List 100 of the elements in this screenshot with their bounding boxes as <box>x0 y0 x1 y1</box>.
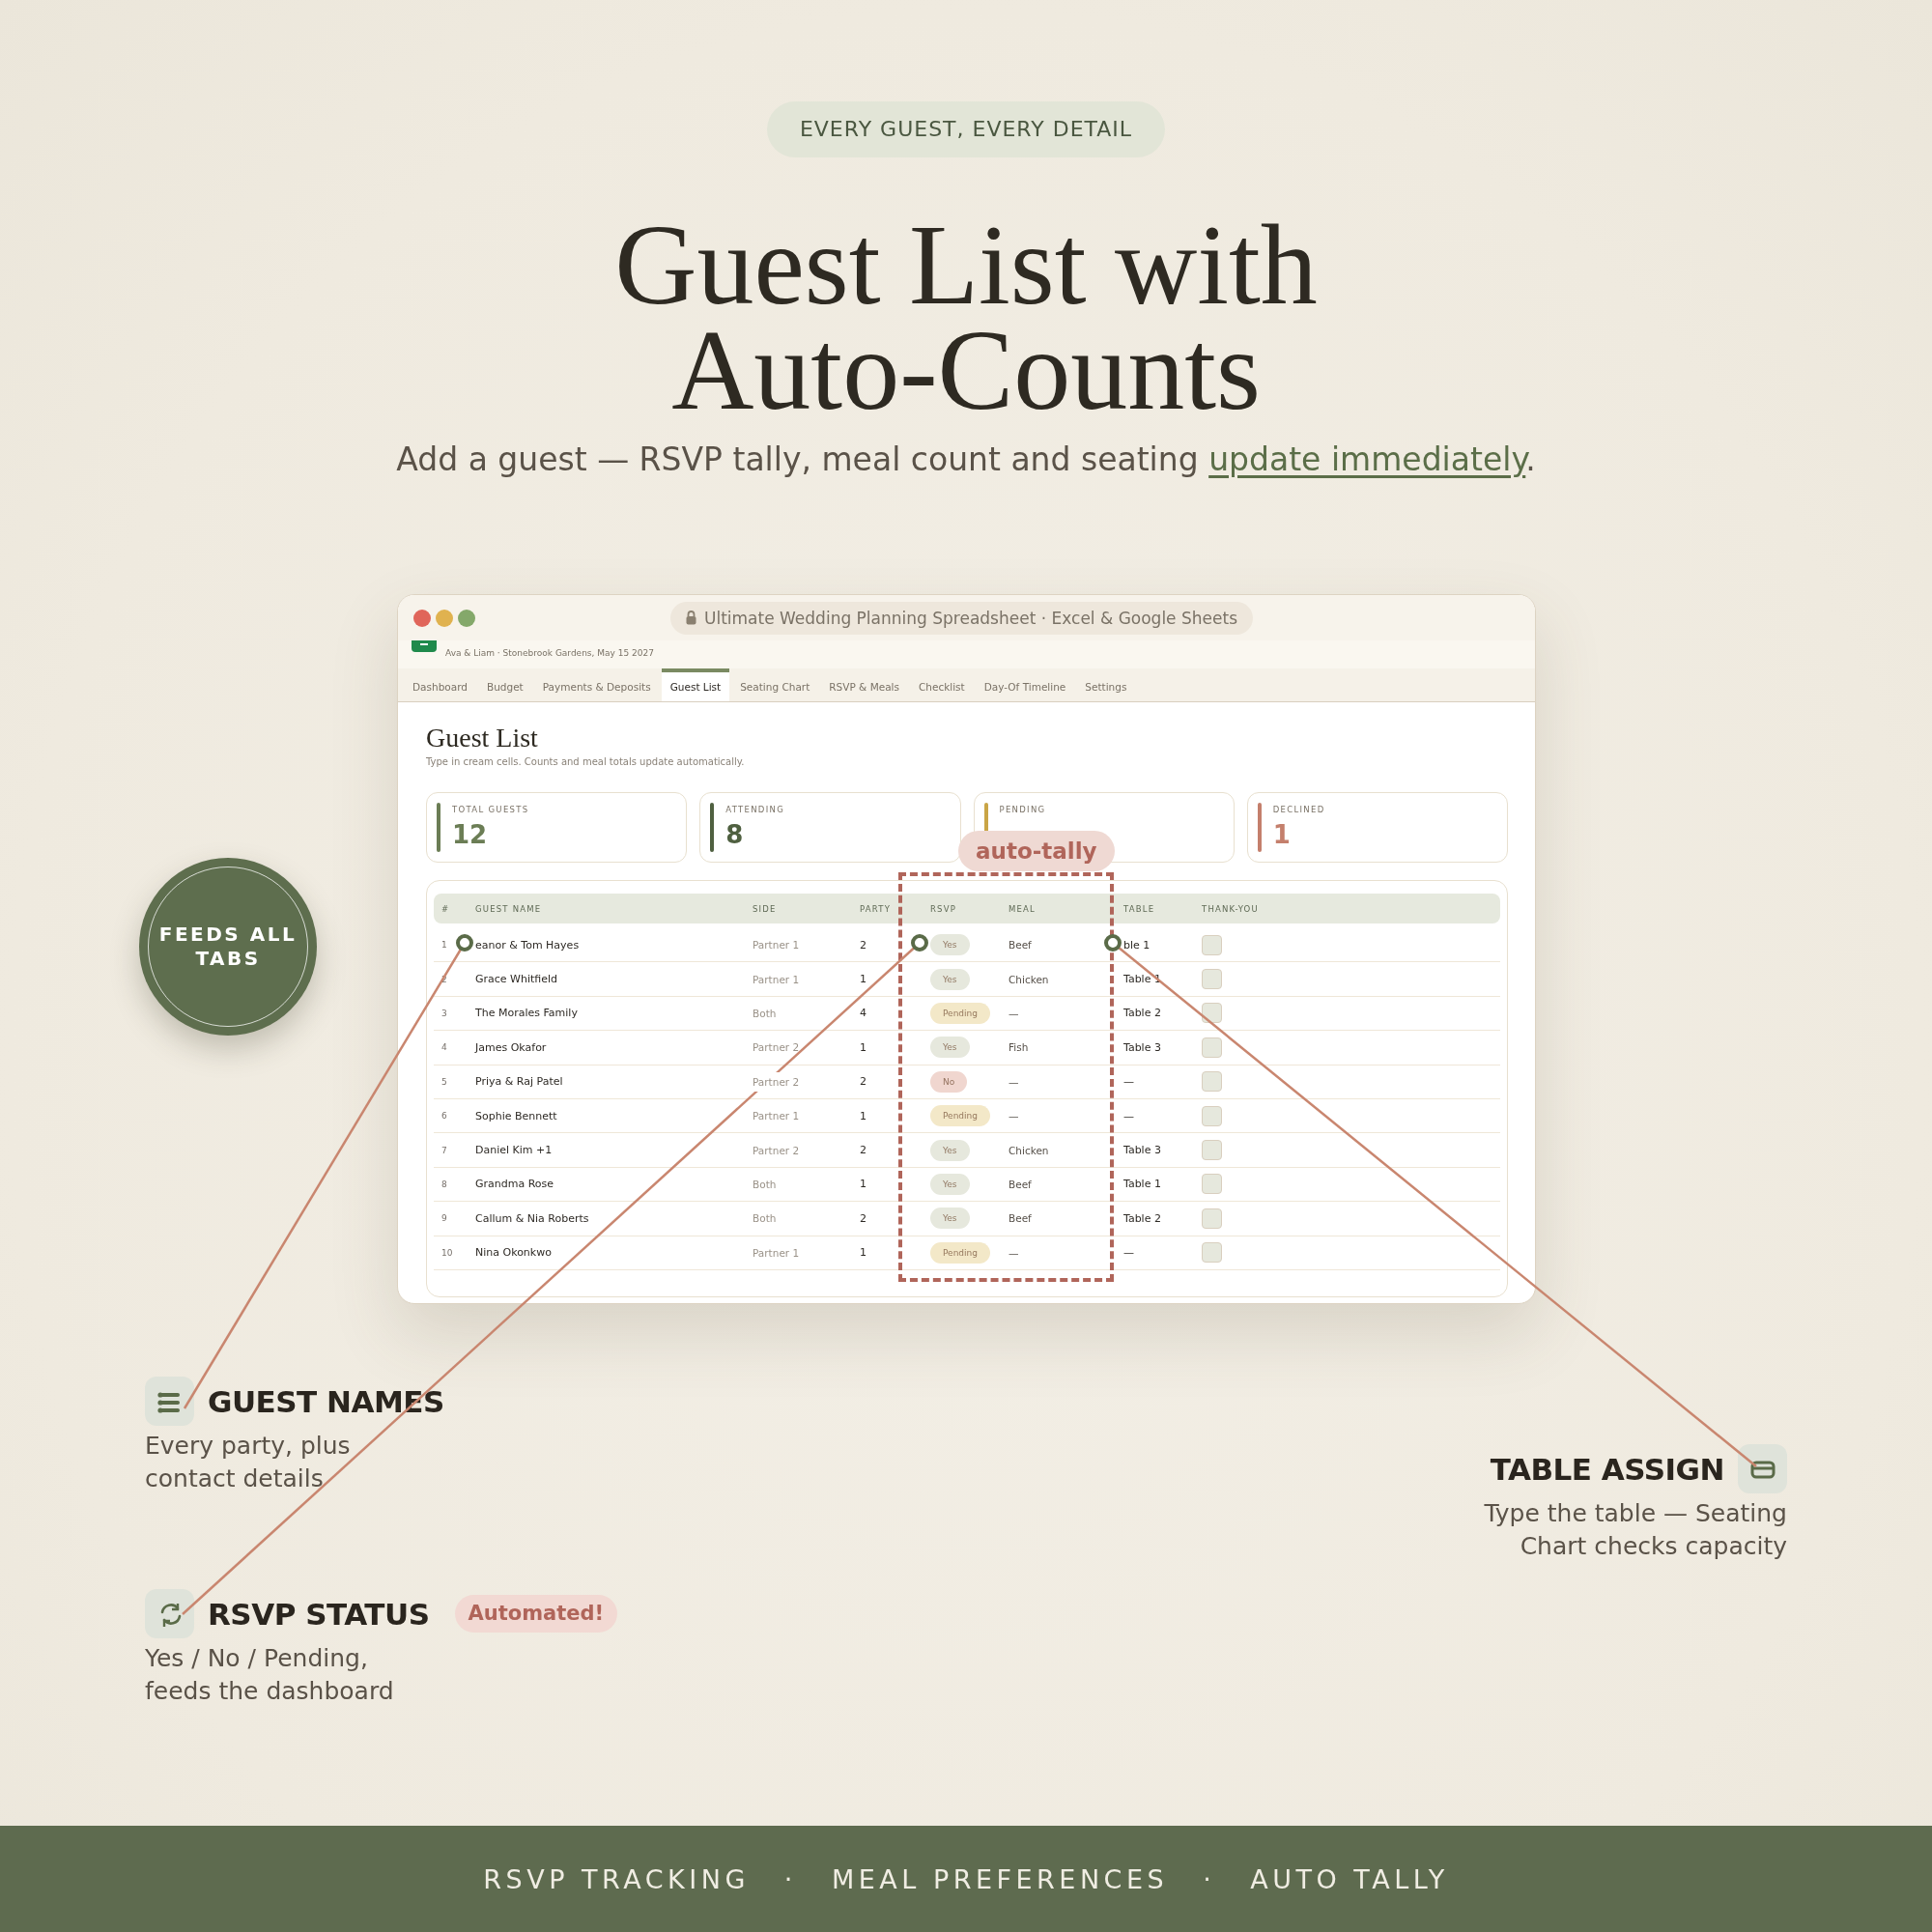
table-cell-text: Table 2 <box>1123 1007 1162 1020</box>
stat-label: TOTAL GUESTS <box>452 805 529 814</box>
sheet-title: Guest List <box>426 724 539 753</box>
table-cell-text: James Okafor <box>475 1040 548 1054</box>
table-cell-text: Chicken <box>1009 1144 1050 1156</box>
rsvp-tag: Yes <box>930 934 970 956</box>
table-cell-text: Table 1 <box>1123 1178 1162 1191</box>
sheet-tab[interactable]: Seating Chart <box>731 668 819 701</box>
callout-title: TABLE ASSIGN <box>1490 1451 1724 1487</box>
sheet-tab[interactable]: Settings <box>1076 668 1136 701</box>
checkbox[interactable] <box>1202 1174 1222 1195</box>
table-cell-text: Daniel Kim +1 <box>475 1144 554 1157</box>
table-cell-text: 1 <box>860 1040 867 1054</box>
table-cell-text: 1 <box>860 1178 867 1191</box>
link[interactable]: update immediately <box>1208 440 1526 478</box>
stat-label: DECLINED <box>1272 805 1325 814</box>
window-control[interactable] <box>436 609 453 627</box>
column-header: SIDE <box>753 903 778 914</box>
sheet-tab[interactable]: Payments & Deposits <box>533 668 660 701</box>
column-header: RSVP <box>930 903 958 914</box>
table-cell-text: Partner 1 <box>753 973 801 985</box>
rsvp-tag: No <box>930 1070 968 1093</box>
checkbox[interactable] <box>1202 1208 1222 1229</box>
table-cell-text: The Morales Family <box>475 1007 579 1020</box>
table-cell-text: Partner 2 <box>753 1041 801 1054</box>
lock-icon <box>686 611 696 625</box>
spreadsheet-icon <box>412 640 437 652</box>
table-cell-text: Fish <box>1009 1041 1030 1054</box>
callout-title: RSVP STATUS <box>208 1596 430 1632</box>
workbook-subtitle: Ava & Liam · Stonebrook Gardens, May 15 2027 <box>445 648 654 658</box>
footer-label: AUTO TALLY <box>1250 1863 1449 1894</box>
subtitle: Add a guest — RSVP tally, meal count and seating update immediately. <box>396 440 1536 479</box>
table-cell-text: Both <box>753 1178 778 1190</box>
table-cell-text: 2 <box>860 938 867 952</box>
table-cell-text: Beef <box>1009 1178 1033 1190</box>
table-cell-text: Partner 1 <box>753 1110 801 1122</box>
table-cell-text: — <box>1123 1109 1135 1122</box>
table-cell-text: Table 2 <box>1123 1211 1162 1225</box>
table-cell-text: Both <box>753 1212 778 1225</box>
checkbox[interactable] <box>1202 969 1222 990</box>
sheet-tab[interactable]: Dashboard <box>404 668 476 701</box>
row-number: 4 <box>440 1042 448 1053</box>
checkbox[interactable] <box>1202 1242 1222 1264</box>
separator-dot: · <box>1203 1863 1216 1894</box>
row-number: 10 <box>440 1247 454 1258</box>
headline: Auto-Counts <box>670 318 1262 423</box>
table-cell-text: 4 <box>860 1007 867 1020</box>
row-number: 7 <box>440 1145 448 1155</box>
row-number: 5 <box>440 1076 448 1087</box>
stat-label: PENDING <box>999 805 1046 814</box>
column-header: PARTY <box>860 903 893 914</box>
callout-text: Yes / No / Pending, feeds the dashboard <box>145 1643 395 1707</box>
separator-dot: · <box>783 1863 797 1894</box>
checkbox[interactable] <box>1202 1003 1222 1024</box>
table-cell-text: — <box>1009 1007 1020 1019</box>
table-cell-text: ble 1 <box>1123 938 1151 952</box>
callout-text: Every party, plus contact details <box>145 1431 352 1494</box>
rsvp-tag: Yes <box>930 968 970 990</box>
checkbox[interactable] <box>1202 934 1222 955</box>
sheet-tab[interactable]: Day-Of Timeline <box>975 668 1075 701</box>
sheet-tab[interactable]: RSVP & Meals <box>820 668 908 701</box>
table-cell-text: — <box>1009 1075 1020 1088</box>
table-cell-text: — <box>1123 1246 1135 1260</box>
table-cell-text: Priya & Raj Patel <box>475 1075 564 1089</box>
table-cell-text: Callum & Nia Roberts <box>475 1211 590 1225</box>
table-cell-text: Grace Whitfield <box>475 973 559 986</box>
stat-label: ATTENDING <box>725 805 785 814</box>
window-control[interactable] <box>458 609 475 627</box>
checkbox[interactable] <box>1202 1071 1222 1093</box>
table-cell-text: — <box>1009 1246 1020 1259</box>
table-cell-text: Chicken <box>1009 973 1050 985</box>
table-cell-text: Both <box>753 1007 778 1019</box>
column-header: MEAL <box>1009 903 1037 914</box>
checkbox[interactable] <box>1202 1140 1222 1161</box>
rsvp-tag: Yes <box>930 1173 970 1195</box>
table-cell-text: Grandma Rose <box>475 1178 555 1191</box>
window-control[interactable] <box>413 609 431 627</box>
table-cell-text: Partner 2 <box>753 1144 801 1156</box>
table-cell-text: 1 <box>860 1109 867 1122</box>
table-cell-text: 1 <box>860 1246 867 1260</box>
sheet-tab[interactable]: Budget <box>477 668 532 701</box>
table-cell-text: Beef <box>1009 939 1033 952</box>
sheet-hint: Type in cream cells. Counts and meal totals update automatically. <box>426 755 746 769</box>
headline: Guest List with <box>614 213 1318 318</box>
checkbox[interactable] <box>1202 1037 1222 1058</box>
rsvp-tag: Pending <box>930 1002 990 1024</box>
sheet-tab[interactable]: Guest List <box>661 668 730 701</box>
sheet-tab[interactable]: Checklist <box>910 668 974 701</box>
footer-label: MEAL PREFERENCES <box>831 1863 1169 1894</box>
table-cell-text: 1 <box>860 973 867 986</box>
table-cell-text: 2 <box>860 1075 867 1089</box>
rsvp-tag: Pending <box>930 1105 990 1127</box>
stat-value: 1 <box>1272 820 1292 849</box>
row-number: 3 <box>440 1008 448 1018</box>
rsvp-tag: Yes <box>930 1037 970 1059</box>
auto-tally-label: auto-tally <box>958 831 1115 871</box>
stat-value: 8 <box>725 820 745 849</box>
checkbox[interactable] <box>1202 1105 1222 1126</box>
table-cell-text: Table 3 <box>1123 1040 1162 1054</box>
table-cell-text: Partner 2 <box>753 1075 801 1088</box>
